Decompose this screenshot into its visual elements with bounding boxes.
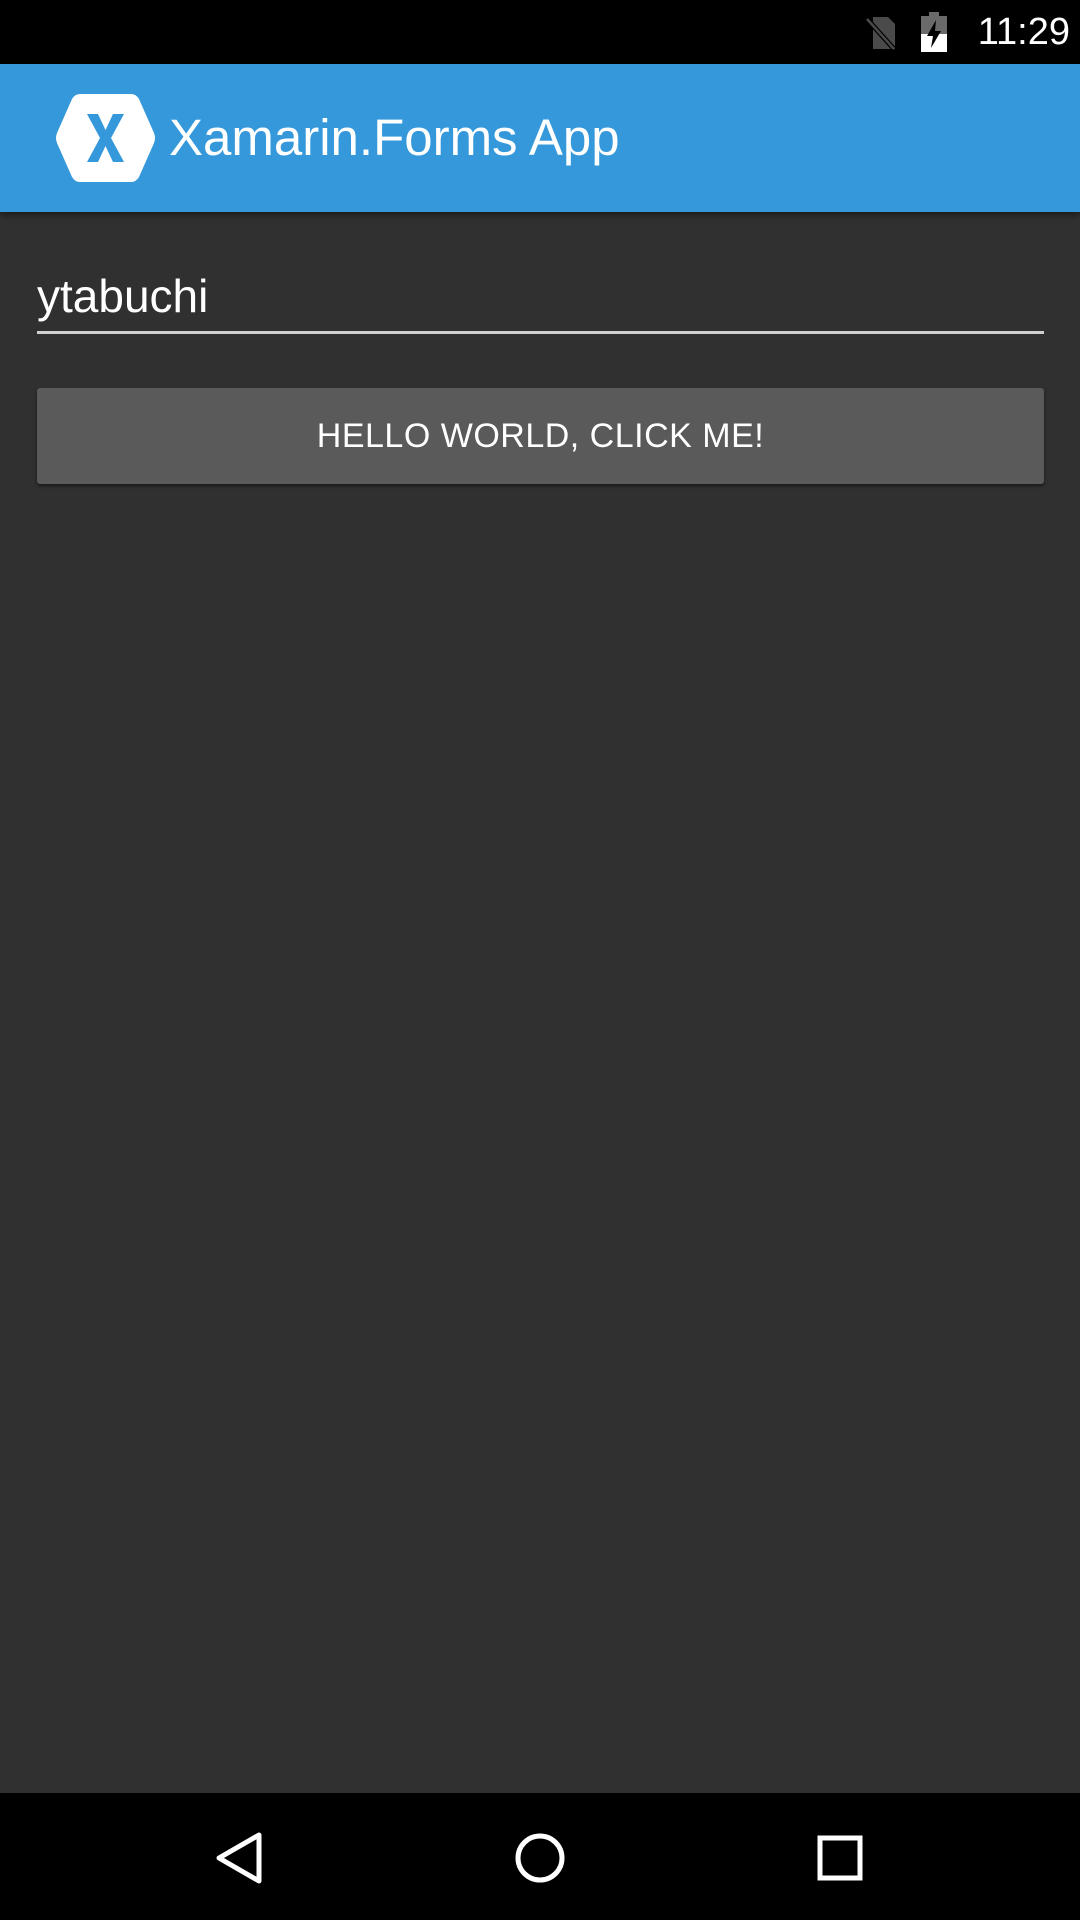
back-icon[interactable]: [195, 1813, 285, 1903]
home-icon[interactable]: [495, 1813, 585, 1903]
status-clock: 11:29: [977, 11, 1070, 53]
xamarin-logo-icon: [56, 94, 155, 182]
no-sim-icon: [865, 17, 896, 51]
app-title: Xamarin.Forms App: [169, 109, 620, 166]
name-entry-field[interactable]: ytabuchi: [37, 262, 1044, 334]
status-bar: 11:29: [0, 0, 1080, 64]
entry-underline: [37, 331, 1044, 334]
hello-world-button[interactable]: HELLO WORLD, CLICK ME!: [37, 388, 1044, 484]
recents-icon[interactable]: [795, 1813, 885, 1903]
app-screen: 11:29 Xamarin.Forms App ytabuchi HELLO W…: [0, 0, 1080, 1920]
action-bar: Xamarin.Forms App: [0, 64, 1080, 212]
entry-value: ytabuchi: [37, 270, 209, 322]
navigation-bar: [0, 1793, 1080, 1920]
battery-charging-icon: [921, 12, 947, 52]
